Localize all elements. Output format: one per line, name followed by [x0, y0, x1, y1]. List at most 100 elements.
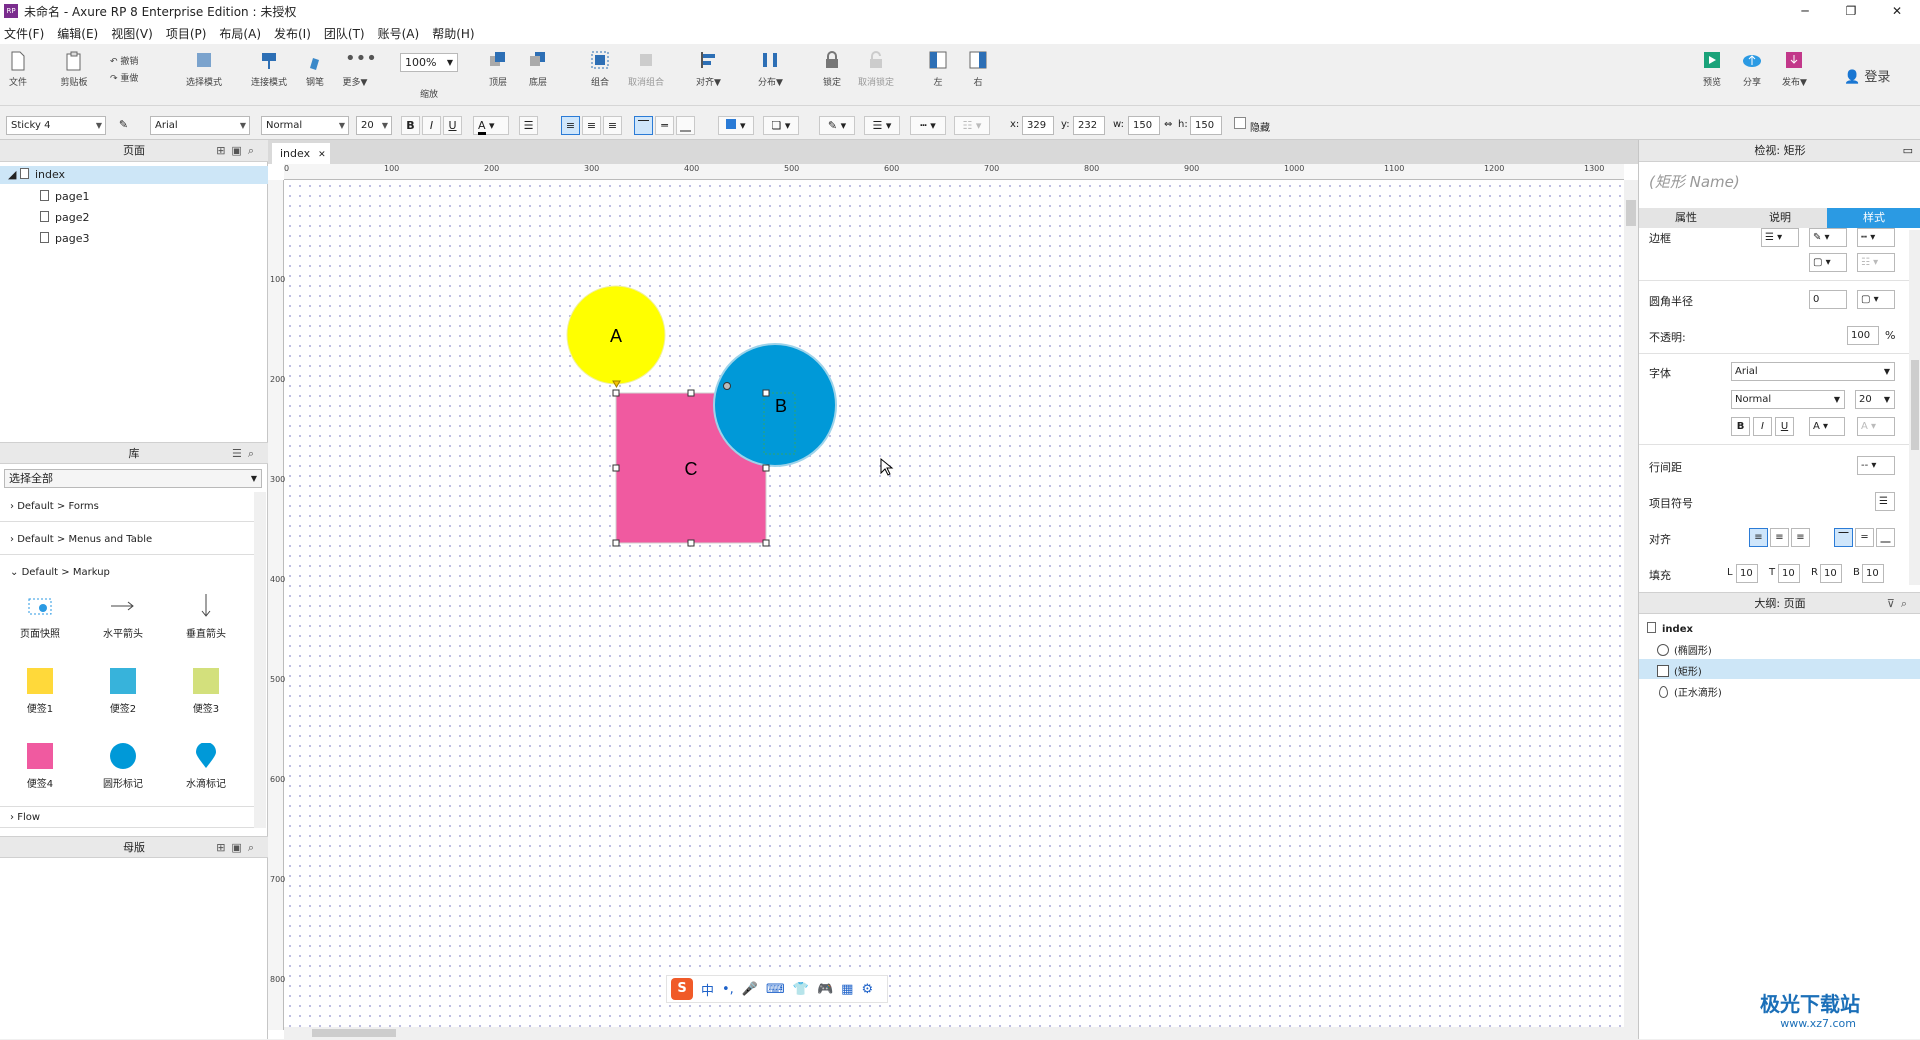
menu-account[interactable]: 账号(A) [378, 25, 420, 42]
outline-item-ellipse[interactable]: (椭圆形) [1657, 642, 1712, 657]
maximize-button[interactable]: ❐ [1828, 0, 1874, 22]
pen-button[interactable]: 钢笔 [302, 50, 328, 88]
publish-button[interactable]: 发布▼ [1782, 50, 1807, 88]
corner-radius-field[interactable]: 0 [1809, 290, 1847, 309]
circle-marker-b[interactable]: B [713, 343, 837, 467]
microphone-icon[interactable]: 🎤 [742, 982, 758, 997]
page-tree-item[interactable]: page2 [40, 211, 89, 224]
hidden-checkbox[interactable] [1234, 117, 1246, 129]
padding-top-field[interactable]: 10 [1778, 564, 1800, 583]
distribute-button[interactable]: 分布▼ [758, 50, 783, 88]
tab-notes[interactable]: 说明 [1733, 208, 1827, 228]
unlock-button[interactable]: 取消锁定 [856, 50, 896, 88]
library-group-menus[interactable]: › Default > Menus and Table [0, 525, 254, 555]
settings-gear-icon[interactable]: ⚙ [861, 982, 873, 997]
italic-button[interactable]: I [422, 116, 441, 135]
inspector-scrollbar[interactable] [1909, 230, 1920, 585]
inspector-align-top[interactable]: ⎺ [1834, 528, 1853, 547]
inspector-align-right[interactable]: ≡ [1791, 528, 1810, 547]
align-button[interactable]: 对齐▼ [696, 50, 721, 88]
login-button[interactable]: 👤 登录 [1844, 66, 1890, 85]
align-bottom-button[interactable]: ⎽ [676, 116, 695, 135]
group-button[interactable]: 组合 [590, 50, 610, 88]
library-group-markup[interactable]: ⌄ Default > Markup [0, 558, 254, 588]
inspector-underline-button[interactable]: U [1775, 417, 1794, 436]
line-color-button[interactable]: ✎ ▾ [819, 116, 855, 135]
arrow-style-select[interactable]: ☷ ▾ [1857, 253, 1895, 272]
inspector-font-select[interactable]: Arial ▼ [1731, 362, 1895, 381]
library-group-flow[interactable]: › Flow [0, 806, 254, 828]
horizontal-scrollbar[interactable] [284, 1027, 1624, 1039]
share-button[interactable]: 分享 [1742, 50, 1762, 88]
page-tree-root[interactable]: ◢ index [0, 166, 268, 184]
undo-button[interactable]: ↶ 撤销 [110, 54, 138, 67]
redo-button[interactable]: ↷ 重做 [110, 71, 138, 84]
outline-item-drop[interactable]: (正水滴形) [1657, 684, 1722, 699]
bold-button[interactable]: B [401, 116, 420, 135]
menu-team[interactable]: 团队(T) [324, 25, 365, 42]
close-button[interactable]: ✕ [1874, 0, 1920, 22]
menu-publish[interactable]: 发布(I) [274, 25, 311, 42]
filter-icon[interactable]: ⊽ [1887, 597, 1901, 610]
right-panel-toggle[interactable]: 右 [968, 50, 988, 88]
inspector-align-bottom[interactable]: ⎽ [1876, 528, 1895, 547]
pages-header-tools[interactable]: ⊞▣⌕ [216, 140, 260, 162]
widget-sticky-4[interactable]: 便签4 [5, 743, 75, 790]
font-weight-select[interactable]: Normal ▼ [261, 116, 349, 135]
clipboard-button[interactable]: 剪贴板 [56, 50, 92, 88]
tab-properties[interactable]: 属性 [1639, 208, 1733, 228]
search-icon[interactable]: ⌕ [1901, 597, 1913, 610]
left-panel-toggle[interactable]: 左 [928, 50, 948, 88]
ungroup-button[interactable]: 取消组合 [626, 50, 666, 88]
library-select[interactable]: 选择全部 ▼ [4, 469, 262, 488]
page-tree-item[interactable]: page1 [40, 190, 89, 203]
send-to-back-button[interactable]: 底层 [528, 50, 548, 88]
library-scrollbar[interactable] [254, 492, 266, 828]
align-left-button[interactable]: ≡ [561, 116, 580, 135]
height-field[interactable]: 150 [1190, 116, 1222, 135]
line-width-button[interactable]: ☰ ▾ [864, 116, 900, 135]
search-icon[interactable]: ⌕ [248, 841, 260, 854]
menu-project[interactable]: 项目(P) [166, 25, 207, 42]
bring-to-front-button[interactable]: 顶层 [488, 50, 508, 88]
inspector-align-left[interactable]: ≡ [1749, 528, 1768, 547]
add-folder-icon[interactable]: ▣ [231, 144, 247, 157]
collapse-icon[interactable]: ◢ [8, 168, 20, 181]
menu-help[interactable]: 帮助(H) [432, 25, 474, 42]
shadow-button[interactable]: ❏ ▾ [763, 116, 799, 135]
library-group-forms[interactable]: › Default > Forms [0, 492, 254, 522]
ime-chinese-mode[interactable]: 中 [701, 980, 714, 999]
search-icon[interactable]: ⌕ [248, 447, 260, 460]
outline-root[interactable]: index [1647, 622, 1693, 635]
menu-view[interactable]: 视图(V) [111, 25, 153, 42]
bullets-button[interactable]: ☰ [1875, 492, 1895, 511]
widget-drop-marker[interactable]: 水滴标记 [171, 743, 241, 790]
inspector-weight-select[interactable]: Normal ▼ [1731, 390, 1845, 409]
opacity-field[interactable]: 100 [1847, 326, 1879, 345]
line-spacing-select[interactable]: -- ▾ [1857, 456, 1895, 475]
menu-icon[interactable]: ☰ [232, 447, 248, 460]
close-icon[interactable]: ✕ [318, 150, 326, 160]
outline-item-rectangle[interactable]: (矩形) [1657, 663, 1702, 678]
border-width-select[interactable]: ☰ ▾ [1761, 228, 1799, 247]
apps-grid-icon[interactable]: ▦ [841, 982, 853, 997]
minimize-button[interactable]: ─ [1782, 0, 1828, 22]
page-icon[interactable]: ▭ [1903, 140, 1913, 162]
width-field[interactable]: 150 [1128, 116, 1160, 135]
keyboard-icon[interactable]: ⌨ [766, 982, 785, 997]
menu-edit[interactable]: 编辑(E) [57, 25, 98, 42]
inspector-font-color-button[interactable]: A ▾ [1809, 417, 1845, 436]
align-top-button[interactable]: ⎺ [634, 116, 653, 135]
inspector-italic-button[interactable]: I [1753, 417, 1772, 436]
more-button[interactable]: ••• 更多▼ [338, 50, 377, 89]
widget-sticky-3[interactable]: 便签3 [171, 668, 241, 715]
select-mode-button[interactable]: 选择模式 [180, 50, 228, 88]
widget-sticky-1[interactable]: 便签1 [5, 668, 75, 715]
padding-bottom-field[interactable]: 10 [1862, 564, 1884, 583]
preview-button[interactable]: 预览 [1702, 50, 1722, 88]
align-right-button[interactable]: ≡ [603, 116, 622, 135]
inspector-size-select[interactable]: 20 ▼ [1855, 390, 1895, 409]
y-field[interactable]: 232 [1073, 116, 1105, 135]
lock-button[interactable]: 锁定 [822, 50, 842, 88]
search-icon[interactable]: ⌕ [248, 144, 260, 157]
